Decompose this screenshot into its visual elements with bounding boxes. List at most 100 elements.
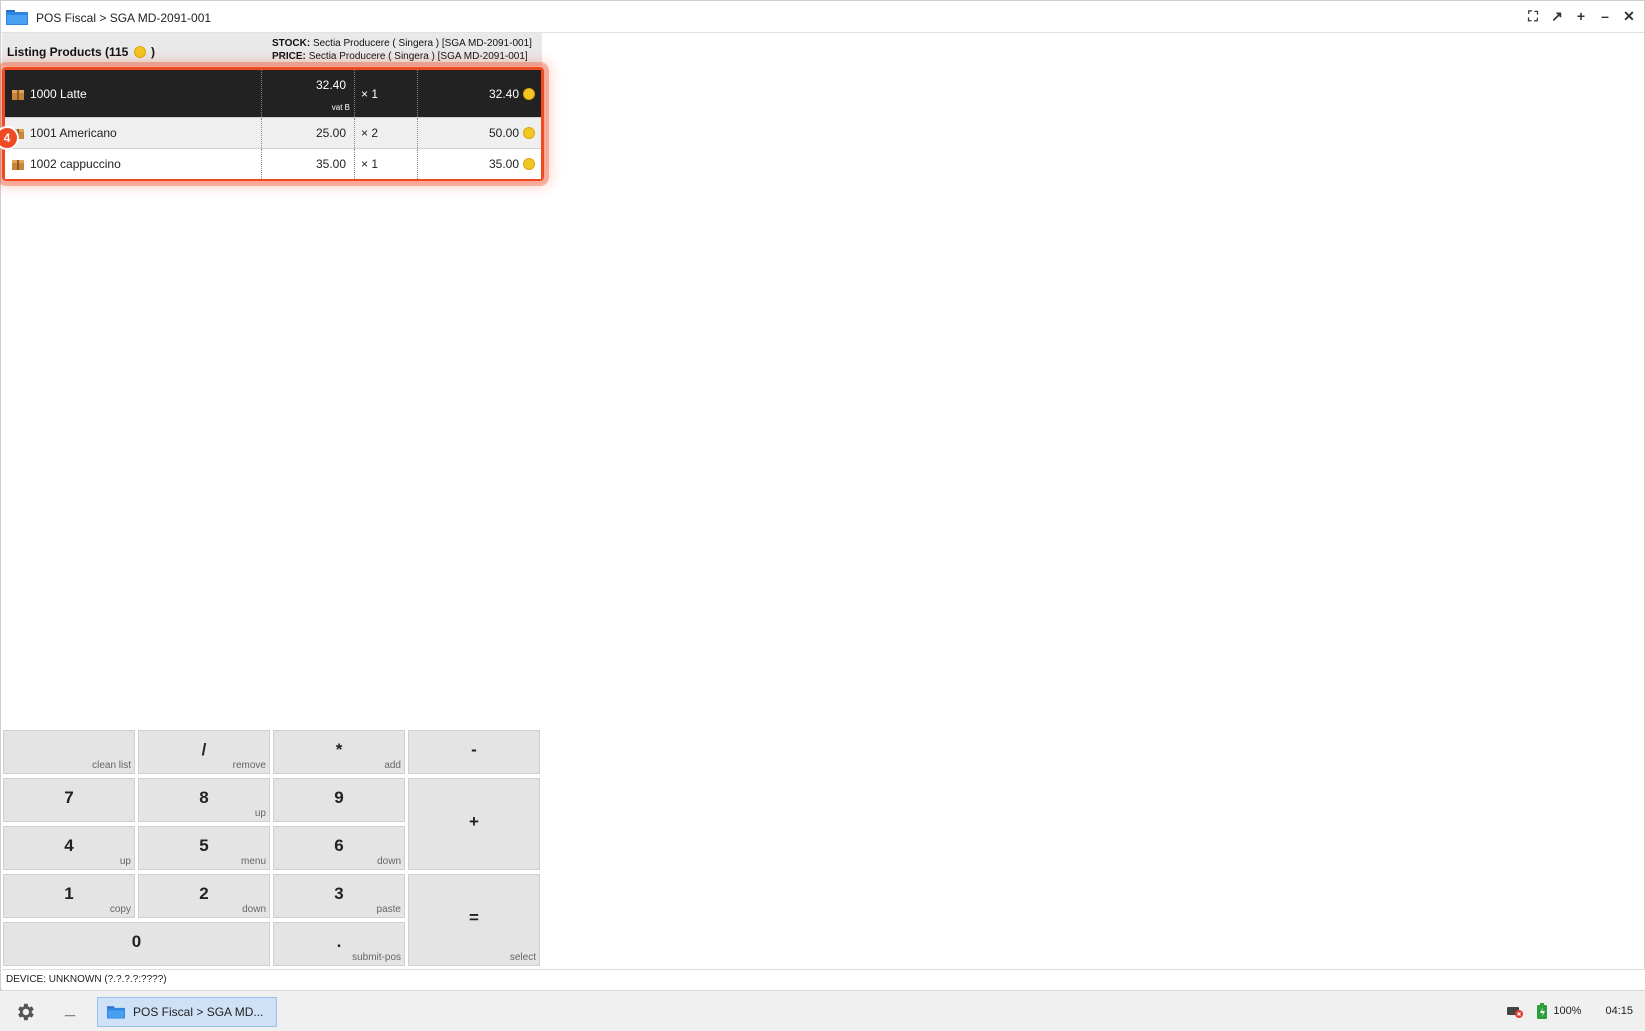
key-label: . — [336, 932, 342, 951]
item-total: 35.00 — [488, 157, 519, 171]
key-label: 3 — [334, 884, 344, 903]
battery-icon — [1537, 1003, 1548, 1019]
device-status: DEVICE: UNKNOWN (?.?.?.?:????) — [2, 969, 1645, 990]
item-price: 25.00 — [315, 126, 346, 140]
key-label: 7 — [64, 788, 74, 807]
minimize-icon[interactable]: – — [1596, 7, 1614, 25]
key-label: 5 — [199, 836, 209, 855]
item-price: 35.00 — [315, 157, 346, 171]
key-hint: add — [384, 760, 401, 771]
listing-title-text: Listing Products (115 — [7, 45, 129, 59]
key-3[interactable]: 3 paste — [273, 874, 405, 918]
item-name-cell: 1001 Americano — [5, 118, 262, 148]
item-name: 1000 Latte — [30, 86, 87, 101]
item-total-cell: 35.00 — [418, 149, 541, 179]
fullscreen-icon[interactable]: ⛶ — [1524, 7, 1542, 25]
item-total: 32.40 — [488, 86, 519, 101]
package-icon — [12, 89, 24, 100]
item-price-cell: 32.40 vat B — [262, 70, 355, 117]
key-1[interactable]: 1 copy — [3, 874, 135, 918]
item-qty: × 2 — [361, 126, 379, 140]
key-label: 2 — [199, 884, 209, 903]
table-row[interactable]: 1001 Americano 25.00 × 2 50.00 — [5, 118, 541, 149]
key-4[interactable]: 4 up — [3, 826, 135, 870]
key-8[interactable]: 8 up — [138, 778, 270, 822]
taskbar-item-pos[interactable]: POS Fiscal > SGA MD... — [97, 997, 277, 1027]
key-label: / — [201, 740, 207, 759]
key-9[interactable]: 9 — [273, 778, 405, 822]
stock-label: STOCK: — [272, 38, 311, 49]
item-qty-cell: × 1 — [355, 70, 418, 117]
folder-icon — [6, 10, 28, 25]
restore-icon[interactable]: ↗ — [1548, 7, 1566, 25]
battery-indicator[interactable]: 100% — [1537, 1003, 1581, 1019]
system-tray: 100% 04:15 — [1507, 1003, 1633, 1019]
window-controls: ⛶ ↗ + – ✕ — [1524, 7, 1638, 25]
item-name: 1001 Americano — [30, 126, 117, 140]
listing-header: Listing Products (115 ) STOCK: Sectia Pr… — [2, 33, 542, 66]
gear-icon[interactable] — [14, 1001, 36, 1023]
key-label: 9 — [334, 788, 344, 807]
minimize-all-icon[interactable]: _ — [60, 999, 80, 1021]
coin-icon — [523, 158, 535, 170]
coin-icon — [523, 127, 535, 139]
taskbar-item-label: POS Fiscal > SGA MD... — [133, 1005, 264, 1019]
clock[interactable]: 04:15 — [1605, 1005, 1633, 1017]
package-icon — [12, 160, 24, 170]
key-label: 0 — [131, 932, 142, 951]
key-hint: down — [377, 856, 401, 867]
price-label: PRICE: — [272, 51, 306, 62]
key-label: 6 — [334, 836, 344, 855]
key-hint: up — [119, 856, 131, 867]
price-value: Sectia Producere ( Singera ) [SGA MD-209… — [308, 51, 528, 62]
key-label: - — [471, 740, 477, 759]
key-hint: paste — [376, 904, 401, 915]
key-hint: down — [242, 904, 266, 915]
table-row[interactable]: 1000 Latte 32.40 vat B × 1 32.40 — [5, 70, 541, 118]
key-label: * — [335, 740, 343, 759]
coin-icon — [133, 46, 146, 58]
equals-key[interactable]: = select — [408, 874, 540, 966]
dot-key[interactable]: . submit-pos — [273, 922, 405, 966]
item-total-cell: 32.40 — [418, 70, 541, 117]
multiply-key[interactable]: * add — [273, 730, 405, 774]
item-qty-cell: × 2 — [355, 118, 418, 148]
key-5[interactable]: 5 menu — [138, 826, 270, 870]
key-label: + — [469, 812, 479, 831]
table-row[interactable]: 1002 cappuccino 35.00 × 1 35.00 — [5, 149, 541, 179]
listing-title: Listing Products (115 ) — [7, 45, 155, 59]
key-7[interactable]: 7 — [3, 778, 135, 822]
close-icon[interactable]: ✕ — [1620, 7, 1638, 25]
minus-key[interactable]: - — [408, 730, 540, 774]
item-total-cell: 50.00 — [418, 118, 541, 148]
coin-icon — [523, 87, 535, 100]
key-label: 8 — [199, 788, 209, 807]
product-table: 4 1000 Latte 32.40 vat B × 1 32.40 1001 … — [0, 67, 544, 181]
keypad: clean list / remove * add - 7 8 up 9 + 4… — [3, 730, 543, 966]
network-disconnected-icon[interactable] — [1507, 1004, 1524, 1018]
key-hint: submit-pos — [352, 952, 401, 963]
maximize-icon[interactable]: + — [1572, 7, 1590, 25]
key-hint: menu — [240, 856, 266, 867]
stock-value: Sectia Producere ( Singera ) [SGA MD-209… — [312, 38, 532, 49]
item-price-cell: 35.00 — [262, 149, 355, 179]
key-hint: remove — [232, 760, 266, 771]
divide-key[interactable]: / remove — [138, 730, 270, 774]
key-6[interactable]: 6 down — [273, 826, 405, 870]
window-title: POS Fiscal > SGA MD-2091-001 — [36, 11, 212, 25]
item-name-cell: 1002 cappuccino — [5, 149, 262, 179]
item-name-cell: 1000 Latte — [5, 70, 262, 117]
item-qty-cell: × 1 — [355, 149, 418, 179]
item-name: 1002 cappuccino — [30, 157, 121, 171]
plus-key[interactable]: + — [408, 778, 540, 870]
stock-price-info: STOCK: Sectia Producere ( Singera ) [SGA… — [272, 37, 532, 63]
key-hint: copy — [109, 904, 131, 915]
key-hint: up — [254, 808, 266, 819]
item-price-cell: 25.00 — [262, 118, 355, 148]
key-label: = — [469, 908, 479, 927]
clean-list-key[interactable]: clean list — [3, 730, 135, 774]
item-vat: vat B — [331, 103, 350, 112]
item-price: 32.40 — [315, 78, 346, 92]
key-2[interactable]: 2 down — [138, 874, 270, 918]
key-0[interactable]: 0 — [3, 922, 270, 966]
